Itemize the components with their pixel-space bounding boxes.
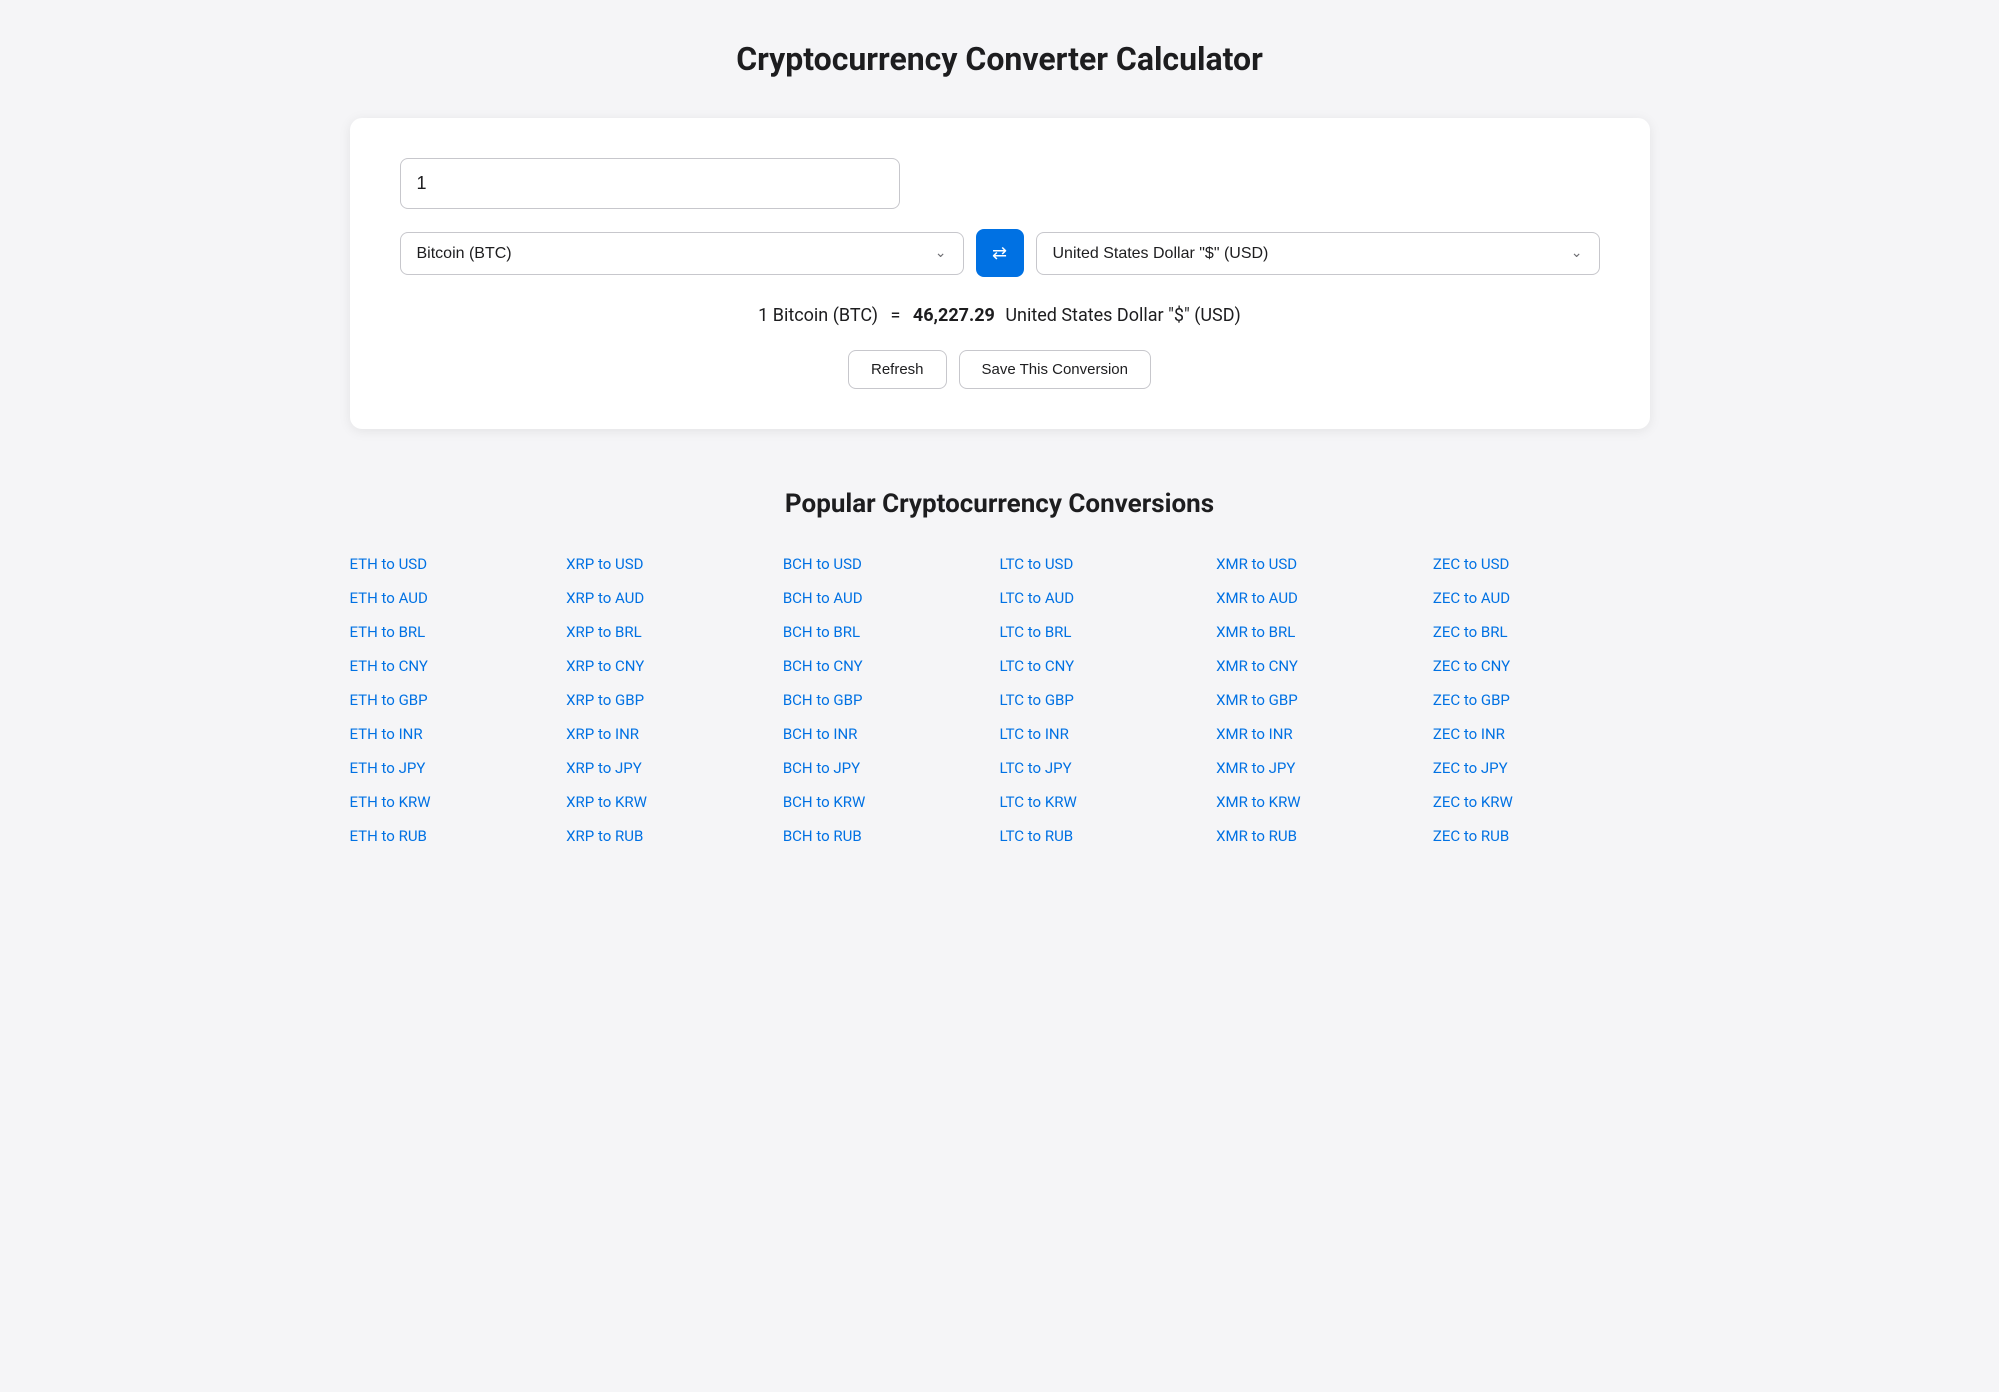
conversion-link[interactable]: XMR to CNY <box>1216 653 1433 679</box>
conversion-link[interactable]: ETH to RUB <box>350 823 567 849</box>
conversion-link[interactable]: ZEC to JPY <box>1433 755 1650 781</box>
conversion-link[interactable]: ZEC to USD <box>1433 551 1650 577</box>
conversion-link[interactable]: ZEC to AUD <box>1433 585 1650 611</box>
conversion-link[interactable]: LTC to JPY <box>1000 755 1217 781</box>
conversion-link[interactable]: XRP to CNY <box>566 653 783 679</box>
conversion-link[interactable]: ZEC to INR <box>1433 721 1650 747</box>
conversion-link[interactable]: XMR to KRW <box>1216 789 1433 815</box>
actions-row: Refresh Save This Conversion <box>400 350 1600 389</box>
conversion-link[interactable]: BCH to KRW <box>783 789 1000 815</box>
conversion-link[interactable]: BCH to RUB <box>783 823 1000 849</box>
conversion-link[interactable]: XRP to KRW <box>566 789 783 815</box>
conversion-link[interactable]: LTC to BRL <box>1000 619 1217 645</box>
save-conversion-button[interactable]: Save This Conversion <box>959 350 1151 389</box>
result-label: 1 Bitcoin (BTC) <box>758 305 878 326</box>
conversion-link[interactable]: XRP to INR <box>566 721 783 747</box>
popular-section: Popular Cryptocurrency Conversions ETH t… <box>350 489 1650 849</box>
conversion-link[interactable]: XRP to USD <box>566 551 783 577</box>
from-currency-select[interactable]: Bitcoin (BTC) <box>417 245 927 262</box>
conversion-link[interactable]: LTC to AUD <box>1000 585 1217 611</box>
conversion-link[interactable]: XRP to RUB <box>566 823 783 849</box>
conversion-col-3: LTC to USD LTC to AUD LTC to BRL LTC to CNY… <box>1000 551 1217 849</box>
result-amount: 46,227.29 <box>913 305 995 326</box>
from-currency-wrapper: Bitcoin (BTC) ⌄ <box>400 232 964 275</box>
conversion-link[interactable]: XRP to JPY <box>566 755 783 781</box>
conversion-col-2: BCH to USD BCH to AUD BCH to BRL BCH to CNY… <box>783 551 1000 849</box>
swap-button[interactable]: ⇄ <box>976 229 1024 277</box>
conversion-link[interactable]: XMR to GBP <box>1216 687 1433 713</box>
result-equals: = <box>891 305 901 326</box>
conversion-link[interactable]: LTC to GBP <box>1000 687 1217 713</box>
conversion-link[interactable]: XMR to AUD <box>1216 585 1433 611</box>
conversion-link[interactable]: XMR to JPY <box>1216 755 1433 781</box>
conversion-link[interactable]: LTC to KRW <box>1000 789 1217 815</box>
to-currency-select[interactable]: United States Dollar "$" (USD) <box>1053 245 1563 262</box>
conversion-link[interactable]: ETH to INR <box>350 721 567 747</box>
conversion-link[interactable]: ETH to CNY <box>350 653 567 679</box>
conversion-link[interactable]: ZEC to KRW <box>1433 789 1650 815</box>
conversion-link[interactable]: XMR to RUB <box>1216 823 1433 849</box>
conversion-link[interactable]: ZEC to GBP <box>1433 687 1650 713</box>
conversion-link[interactable]: BCH to INR <box>783 721 1000 747</box>
conversion-link[interactable]: LTC to USD <box>1000 551 1217 577</box>
conversion-link[interactable]: LTC to CNY <box>1000 653 1217 679</box>
page-title: Cryptocurrency Converter Calculator <box>350 40 1650 78</box>
conversion-link[interactable]: ETH to KRW <box>350 789 567 815</box>
conversion-col-5: ZEC to USD ZEC to AUD ZEC to BRL ZEC to CNY… <box>1433 551 1650 849</box>
conversion-link[interactable]: LTC to RUB <box>1000 823 1217 849</box>
conversion-link[interactable]: ETH to AUD <box>350 585 567 611</box>
conversion-link[interactable]: ETH to JPY <box>350 755 567 781</box>
conversion-link[interactable]: BCH to USD <box>783 551 1000 577</box>
conversion-link[interactable]: BCH to JPY <box>783 755 1000 781</box>
conversion-link[interactable]: ZEC to CNY <box>1433 653 1650 679</box>
conversion-link[interactable]: BCH to BRL <box>783 619 1000 645</box>
result-currency: United States Dollar "$" (USD) <box>1005 305 1241 326</box>
converter-card: Bitcoin (BTC) ⌄ ⇄ United States Dollar "… <box>350 118 1650 429</box>
conversion-link[interactable]: XMR to BRL <box>1216 619 1433 645</box>
conversion-link[interactable]: XRP to AUD <box>566 585 783 611</box>
conversion-link[interactable]: BCH to AUD <box>783 585 1000 611</box>
result-row: 1 Bitcoin (BTC) = 46,227.29 United State… <box>400 305 1600 326</box>
refresh-button[interactable]: Refresh <box>848 350 947 389</box>
conversion-link[interactable]: BCH to CNY <box>783 653 1000 679</box>
chevron-down-icon: ⌄ <box>935 245 947 261</box>
amount-input[interactable] <box>400 158 900 209</box>
conversion-link[interactable]: XRP to BRL <box>566 619 783 645</box>
popular-title: Popular Cryptocurrency Conversions <box>350 489 1650 519</box>
conversion-col-0: ETH to USD ETH to AUD ETH to BRL ETH to CNY… <box>350 551 567 849</box>
swap-icon: ⇄ <box>992 243 1007 264</box>
to-currency-wrapper: United States Dollar "$" (USD) ⌄ <box>1036 232 1600 275</box>
conversion-link[interactable]: XMR to INR <box>1216 721 1433 747</box>
conversions-grid: ETH to USD ETH to AUD ETH to BRL ETH to CNY… <box>350 551 1650 849</box>
selectors-row: Bitcoin (BTC) ⌄ ⇄ United States Dollar "… <box>400 229 1600 277</box>
conversion-link[interactable]: ZEC to RUB <box>1433 823 1650 849</box>
conversion-col-4: XMR to USD XMR to AUD XMR to BRL XMR to CNY… <box>1216 551 1433 849</box>
conversion-col-1: XRP to USD XRP to AUD XRP to BRL XRP to CNY… <box>566 551 783 849</box>
conversion-link[interactable]: ETH to BRL <box>350 619 567 645</box>
conversion-link[interactable]: XRP to GBP <box>566 687 783 713</box>
conversion-link[interactable]: ZEC to BRL <box>1433 619 1650 645</box>
conversion-link[interactable]: XMR to USD <box>1216 551 1433 577</box>
conversion-link[interactable]: LTC to INR <box>1000 721 1217 747</box>
chevron-down-icon-to: ⌄ <box>1571 245 1583 261</box>
conversion-link[interactable]: ETH to GBP <box>350 687 567 713</box>
conversion-link[interactable]: ETH to USD <box>350 551 567 577</box>
conversion-link[interactable]: BCH to GBP <box>783 687 1000 713</box>
